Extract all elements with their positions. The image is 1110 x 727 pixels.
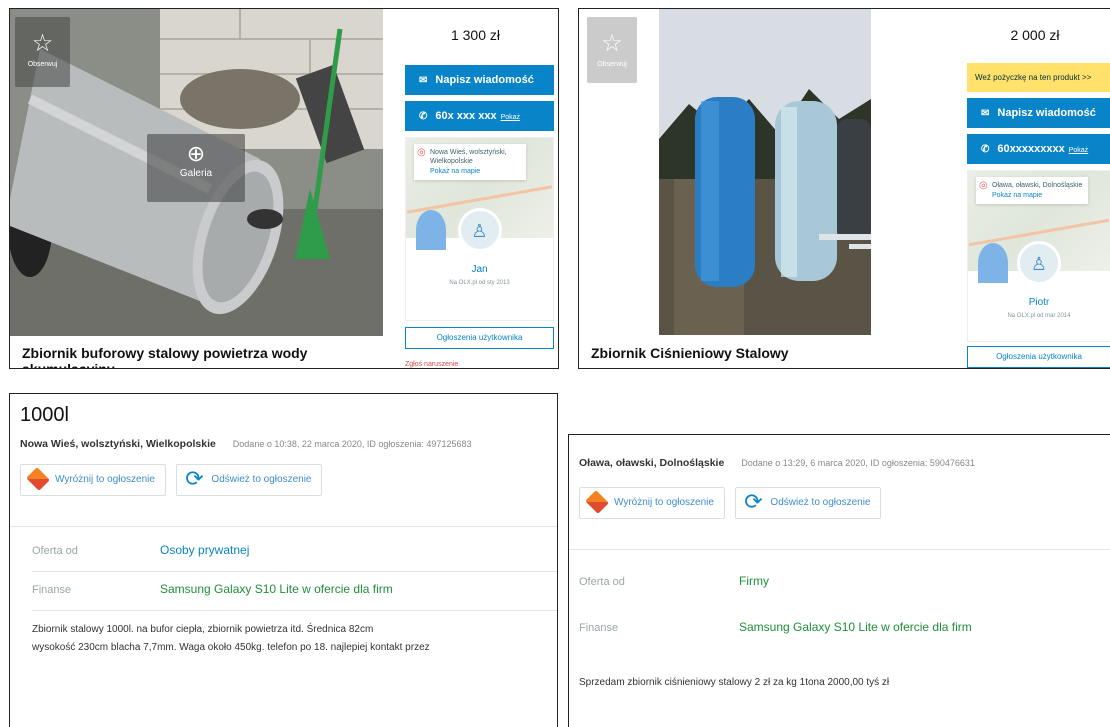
ad-meta: Oława, oławski, Dolnośląskie Dodane o 13… (569, 435, 1110, 483)
map-pin-icon: ◎ (979, 180, 988, 191)
listing-card-2: ☆ Obserwuj Zbiornik Ciśnieniowy Stalowy … (578, 8, 1110, 369)
user-avatar-icon: ♙ (457, 208, 502, 252)
user-ads-button[interactable]: Ogłoszenia użytkownika (405, 327, 554, 349)
promo-row: Wyróżnij to ogłoszenie ⟳ Odśwież to ogłos… (10, 460, 557, 504)
seller-since: Na OLX.pl od mar 2014 (1007, 313, 1071, 319)
phone-icon: ✆ (981, 144, 990, 155)
zoom-icon: ⊕ (186, 141, 206, 166)
refresh-icon: ⟳ (185, 466, 204, 492)
show-phone-button[interactable]: ✆ 60x xxx xxx Pokaż (405, 101, 554, 131)
star-icon: ☆ (31, 30, 54, 57)
highlight-ad-button[interactable]: Wyróżnij to ogłoszenie (20, 464, 166, 496)
location-text: Nowa Wieś, wolsztyński, Wielkopolskie (430, 149, 507, 165)
observe-button[interactable]: ☆ Obserwuj (587, 17, 637, 83)
send-message-label: Napisz wiadomość (997, 107, 1096, 119)
send-message-button[interactable]: ✉ Napisz wiadomość (967, 98, 1110, 128)
refresh-ad-label: Odśwież to ogłoszenie (211, 474, 312, 485)
send-message-label: Napisz wiadomość (435, 74, 534, 86)
param-finance: Finanse Samsung Galaxy S10 Lite w ofercie… (10, 572, 557, 610)
param-finance: Finanse Samsung Galaxy S10 Lite w ofercie… (569, 602, 1110, 648)
loan-banner[interactable]: Weź pożyczkę na ten produkt >> (967, 63, 1110, 92)
ad-added-date: Dodane o 13:29, 6 marca 2020, ID ogłosze… (741, 458, 975, 468)
star-icon: ☆ (601, 30, 623, 57)
ad-location[interactable]: Oława, oławski, Dolnośląskie (579, 457, 724, 469)
envelope-icon: ✉ (419, 75, 428, 86)
ad-location[interactable]: Nowa Wieś, wolsztyński, Wielkopolskie (20, 438, 216, 450)
description-line: wysokość 230cm blacha 7,7mm. Waga około … (32, 642, 430, 653)
param-offer-from: Oferta od Osoby prywatnej (10, 533, 557, 571)
listing-details-2: Oława, oławski, Dolnośląskie Dodane o 13… (568, 434, 1110, 727)
observe-label: Obserwuj (27, 61, 58, 68)
kite-icon (26, 467, 50, 492)
param-offer-from: Oferta od Firmy (569, 556, 1110, 602)
map-pin-icon: ◎ (417, 147, 426, 158)
listing-title[interactable]: Zbiornik Ciśnieniowy Stalowy (579, 336, 951, 368)
highlight-ad-button[interactable]: Wyróżnij to ogłoszenie (579, 487, 725, 519)
phone-number: 60x xxx xxx (435, 110, 497, 122)
show-phone-button[interactable]: ✆ 60xxxxxxxxx Pokaż (967, 134, 1110, 164)
location-box: ◎ Oława, oławski, Dolnośląskie Pokaż na … (976, 177, 1088, 204)
listing-details-1: 1000l Nowa Wieś, wolsztyński, Wielkopols… (9, 393, 558, 727)
seller-card: ◎ Oława, oławski, Dolnośląskie Pokaż na … (967, 170, 1110, 342)
ad-added-date: Dodane o 10:38, 22 marca 2020, ID ogłosz… (232, 439, 472, 449)
show-on-map-link[interactable]: Pokaż na mapie (430, 167, 522, 176)
param-value[interactable]: Samsung Galaxy S10 Lite w ofercie dla fi… (739, 620, 972, 634)
phone-icon: ✆ (419, 111, 428, 122)
highlight-ad-label: Wyróżnij to ogłoszenie (55, 474, 155, 485)
param-label: Oferta od (579, 576, 625, 588)
location-text: Oława, oławski, Dolnośląskie (992, 182, 1083, 189)
observe-button[interactable]: ☆ Obserwuj (15, 17, 70, 87)
param-value[interactable]: Samsung Galaxy S10 Lite w ofercie dla fi… (160, 582, 393, 596)
price: 2 000 zł (1010, 27, 1060, 43)
ad-description: Zbiornik stalowy 1000l. na bufor ciepła,… (10, 611, 557, 657)
user-ads-button[interactable]: Ogłoszenia użytkownika (967, 346, 1110, 368)
contact-sidebar: 1 300 zł ✉ Napisz wiadomość ✆ 60x xxx xxx P… (393, 9, 558, 368)
description-line: Zbiornik stalowy 1000l. na bufor ciepła,… (32, 624, 374, 635)
ad-description: Sprzedam zbiornik ciśnieniowy stalowy 2 … (579, 677, 890, 688)
envelope-icon: ✉ (981, 108, 990, 119)
refresh-ad-label: Odśwież to ogłoszenie (770, 497, 871, 508)
divider (10, 526, 557, 527)
observe-label: Obserwuj (597, 61, 627, 68)
send-message-button[interactable]: ✉ Napisz wiadomość (405, 65, 554, 95)
gallery-label: Galeria (179, 168, 213, 179)
seller-name[interactable]: Jan (406, 264, 553, 275)
param-label: Oferta od (32, 545, 78, 557)
highlight-ad-label: Wyróżnij to ogłoszenie (614, 497, 714, 508)
show-on-map-link[interactable]: Pokaż na mapie (992, 191, 1084, 200)
user-avatar-icon: ♙ (1017, 241, 1061, 285)
param-value[interactable]: Firmy (739, 574, 769, 588)
listing-card-1: ☆ Obserwuj ⊕ Galeria Zbiornik buforowy s… (9, 8, 559, 369)
show-phone-link[interactable]: Pokaż (1069, 147, 1088, 154)
seller-since: Na OLX.pl od sty 2013 (449, 280, 510, 286)
param-value[interactable]: Osoby prywatnej (160, 543, 249, 557)
contact-sidebar: 2 000 zł Weź pożyczkę na ten produkt >> … (959, 9, 1110, 368)
promo-row: Wyróżnij to ogłoszenie ⟳ Odśwież to ogłos… (569, 483, 1110, 527)
listing-photo-2[interactable]: ☆ Obserwuj (579, 9, 951, 338)
seller-card: ◎ Nowa Wieś, wolsztyński, Wielkopolskie … (405, 137, 554, 321)
location-box: ◎ Nowa Wieś, wolsztyński, Wielkopolskie … (414, 144, 526, 180)
report-link[interactable]: Zgłoś naruszenie (405, 361, 558, 368)
price: 1 300 zł (450, 27, 501, 43)
gallery-button[interactable]: ⊕ Galeria (147, 134, 245, 202)
show-phone-link[interactable]: Pokaż (501, 114, 520, 121)
ad-title: 1000l (20, 404, 69, 426)
phone-number: 60xxxxxxxxx (997, 143, 1065, 155)
ad-meta: Nowa Wieś, wolsztyński, Wielkopolskie Do… (10, 432, 557, 460)
refresh-icon: ⟳ (744, 489, 763, 515)
divider (569, 549, 1110, 550)
refresh-ad-button[interactable]: ⟳ Odśwież to ogłoszenie (176, 464, 323, 496)
listing-title[interactable]: Zbiornik buforowy stalowy powietrza wody… (10, 336, 383, 368)
kite-icon (585, 490, 609, 515)
refresh-ad-button[interactable]: ⟳ Odśwież to ogłoszenie (735, 487, 882, 519)
param-label: Finanse (579, 622, 619, 634)
listing-photo-1[interactable]: ☆ Obserwuj ⊕ Galeria (10, 9, 383, 338)
seller-name[interactable]: Piotr (968, 297, 1110, 308)
param-label: Finanse (32, 584, 72, 596)
